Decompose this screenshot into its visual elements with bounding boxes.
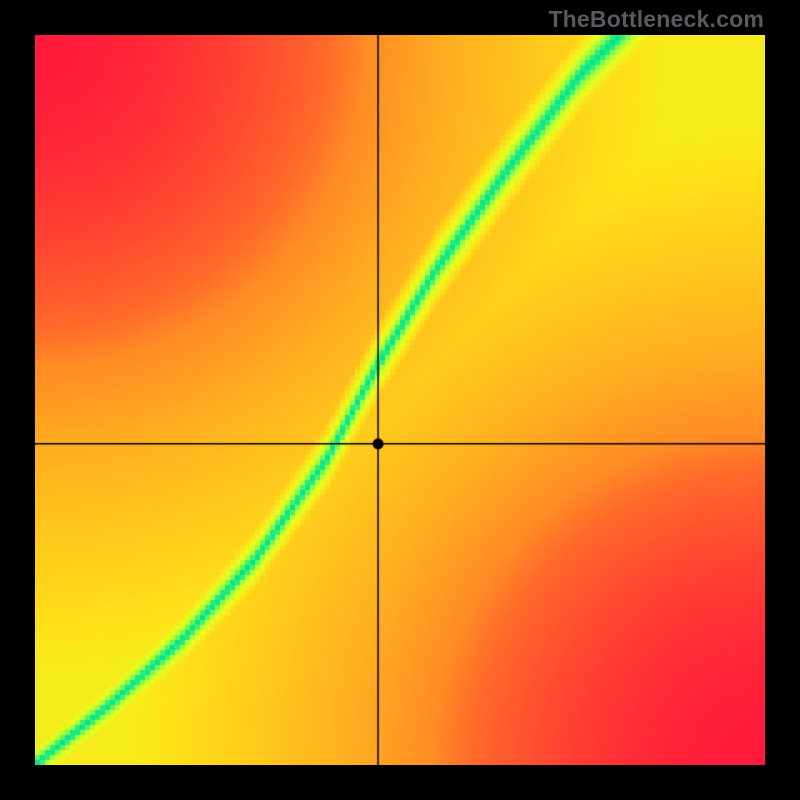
- watermark-text: TheBottleneck.com: [548, 6, 764, 33]
- heatmap-canvas: [35, 35, 765, 765]
- heatmap-plot: [35, 35, 765, 765]
- chart-frame: TheBottleneck.com: [0, 0, 800, 800]
